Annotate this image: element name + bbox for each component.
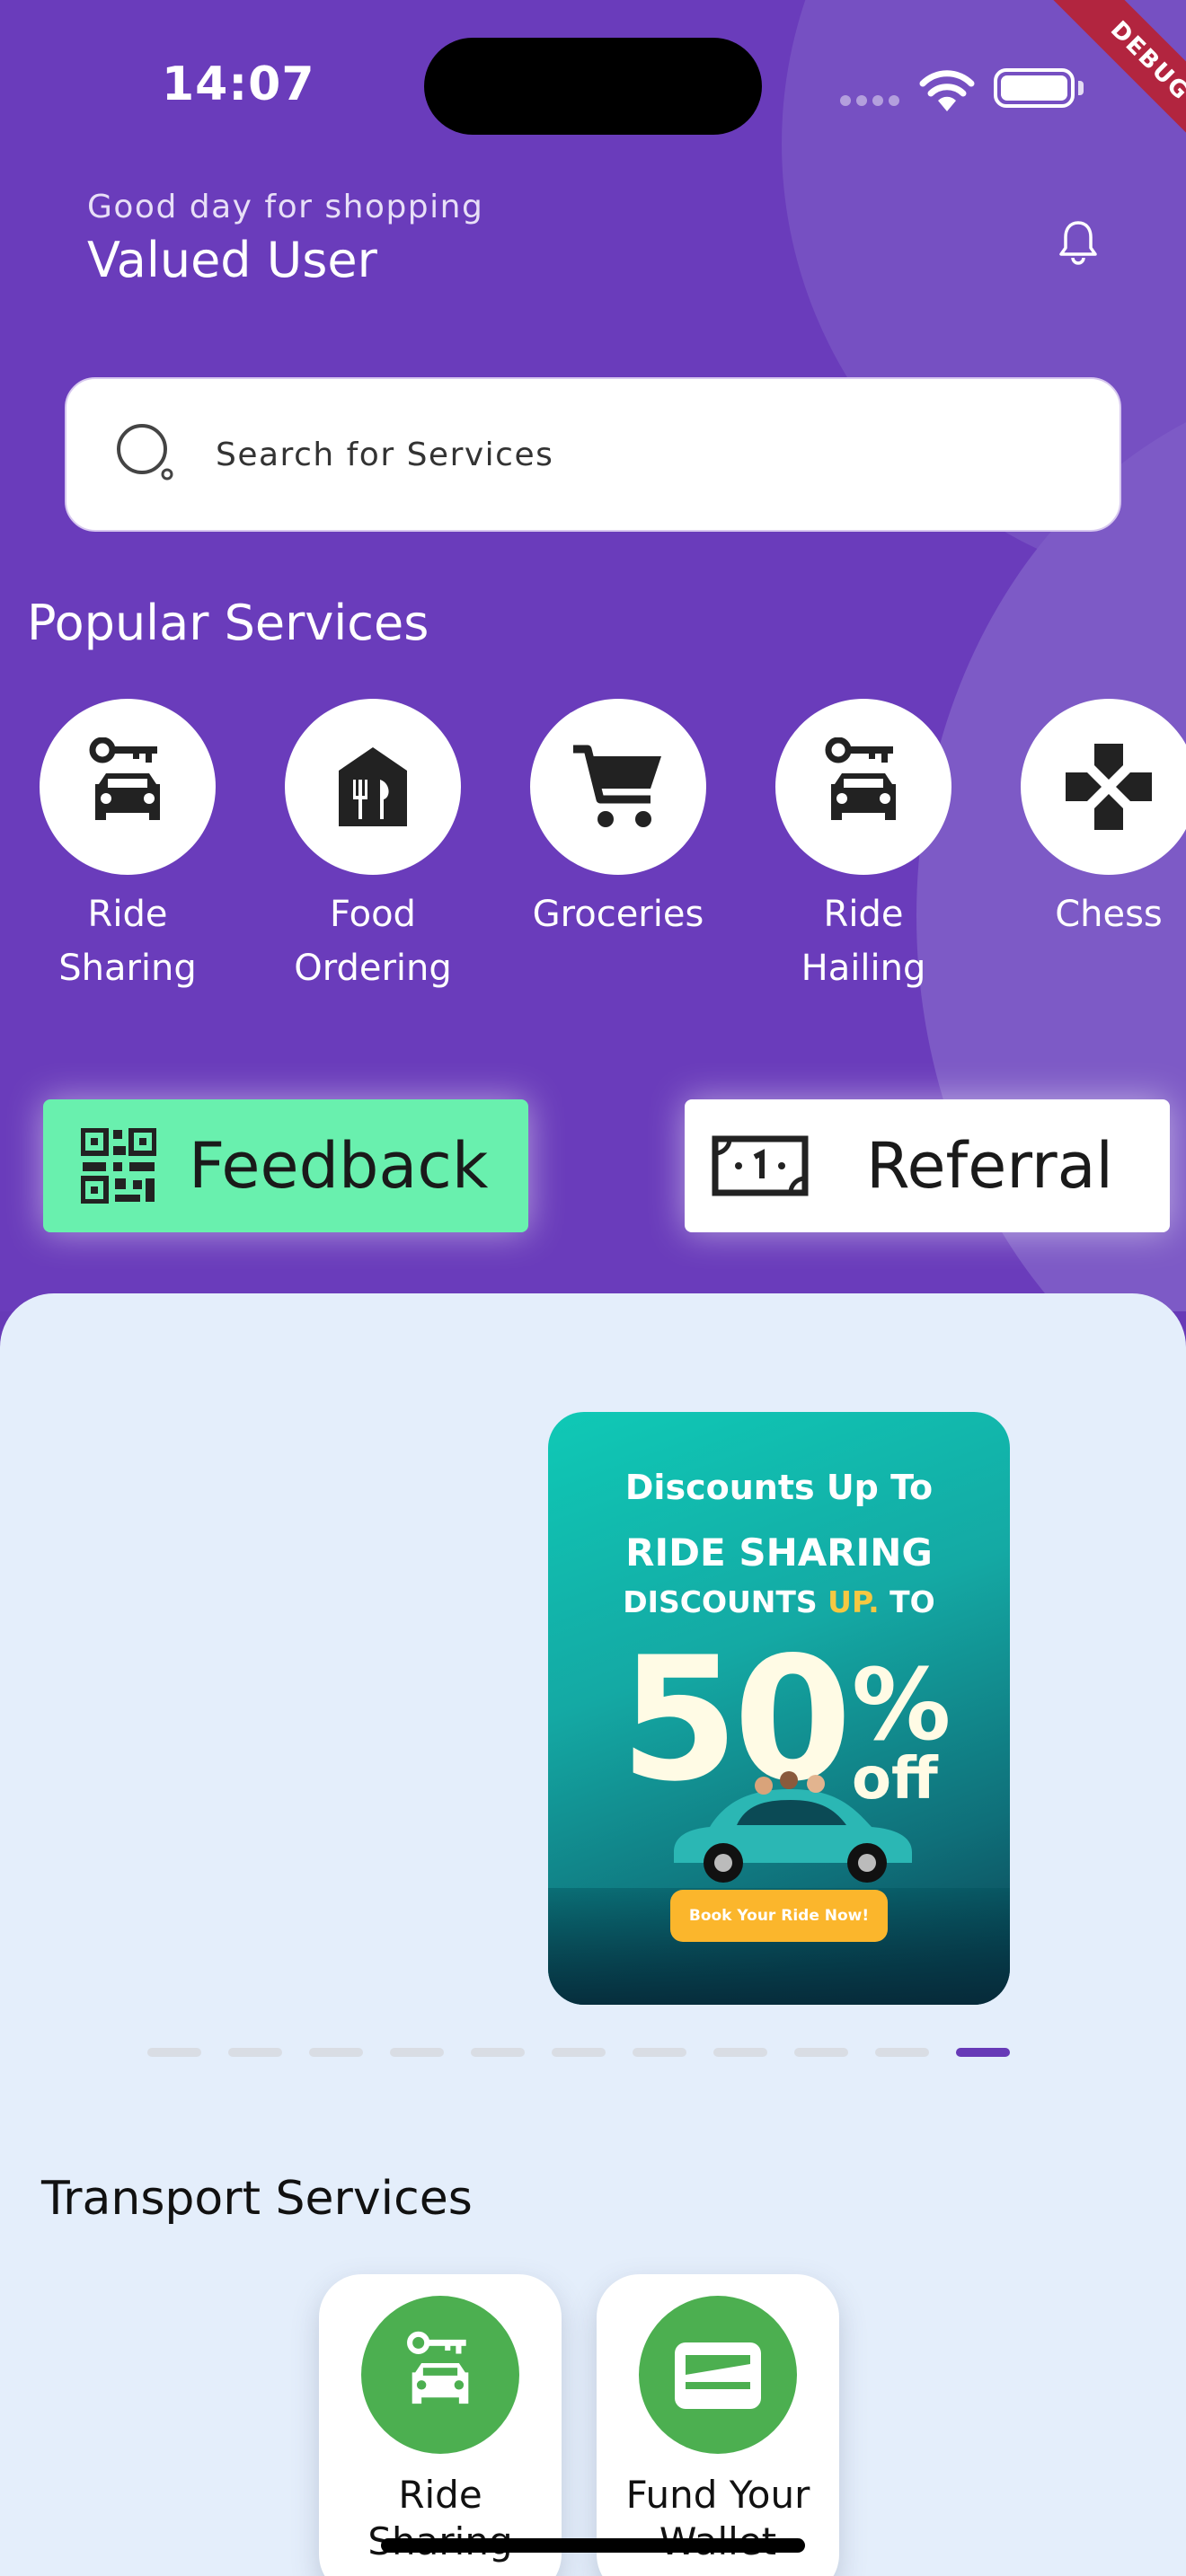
carousel-indicator [147,2048,1010,2057]
car-key-icon [89,737,160,820]
battery-icon [994,68,1075,108]
carousel-dot[interactable] [794,2048,848,2057]
banner-line3: DISCOUNTS UP. TO [623,1584,935,1619]
popular-services-list: Ride Sharing Food Ordering Groceries Rid… [0,699,1186,1013]
service-label: Ride Hailing [801,894,926,989]
carousel-dot[interactable] [228,2048,282,2057]
home-indicator[interactable] [381,2538,805,2553]
car-key-icon [825,737,896,820]
service-food-ordering[interactable]: Food Ordering [256,699,490,995]
wifi-icon [919,70,975,111]
carousel-dot[interactable] [875,2048,929,2057]
cart-icon [573,745,661,827]
qr-code-icon [81,1128,156,1204]
status-time: 14:07 [162,57,315,111]
user-name: Valued User [87,232,377,288]
carousel-dot[interactable] [552,2048,606,2057]
transport-fund-wallet-card[interactable]: Fund Your Wallet [597,2274,839,2576]
battery-tip [1078,81,1084,95]
wallet-icon [675,2342,761,2409]
car-key-icon [407,2331,469,2404]
transport-services-title: Transport Services [41,2172,473,2226]
dynamic-island [424,38,762,135]
service-label: Groceries [532,894,704,935]
cellular-signal-icon [840,95,899,106]
gamepad-icon [1066,744,1152,830]
feedback-button[interactable]: Feedback [43,1099,528,1232]
service-label: Food Ordering [294,894,452,989]
referral-label: Referral [866,1129,1113,1203]
transport-ride-sharing-card[interactable]: Ride Sharing [319,2274,562,2576]
feedback-label: Feedback [189,1129,489,1203]
banner-line2: RIDE SHARING [625,1531,933,1575]
car-illustration [674,1771,912,1883]
greeting-text: Good day for shopping [87,189,484,225]
referral-button[interactable]: Referral [685,1099,1170,1232]
money-note-icon [712,1135,809,1196]
banner-line1: Discounts Up To [624,1468,934,1507]
notification-bell-icon[interactable] [1051,216,1105,269]
search-icon [117,424,173,481]
service-ride-hailing[interactable]: Ride Hailing [747,699,980,995]
carousel-dot[interactable] [713,2048,767,2057]
carousel-dot[interactable] [633,2048,686,2057]
banner-percent: % [852,1647,951,1762]
carousel-dot-active[interactable] [956,2048,1010,2057]
carousel-dot[interactable] [471,2048,525,2057]
service-groceries[interactable]: Groceries [501,699,735,941]
service-label: Chess [1055,894,1163,935]
search-bar[interactable] [65,377,1121,532]
service-ride-sharing[interactable]: Ride Sharing [11,699,244,995]
service-chess[interactable]: Chess [992,699,1186,941]
restaurant-icon [339,747,407,826]
carousel-dot[interactable] [147,2048,201,2057]
popular-services-title: Popular Services [27,595,429,651]
carousel-dot[interactable] [309,2048,363,2057]
book-ride-button[interactable]: Book Your Ride Now! [670,1890,888,1942]
search-input[interactable] [216,436,1024,473]
promo-banner[interactable]: Discounts Up To RIDE SHARING DISCOUNTS U… [548,1412,1010,2005]
carousel-dot[interactable] [390,2048,444,2057]
service-label: Ride Sharing [58,894,197,989]
